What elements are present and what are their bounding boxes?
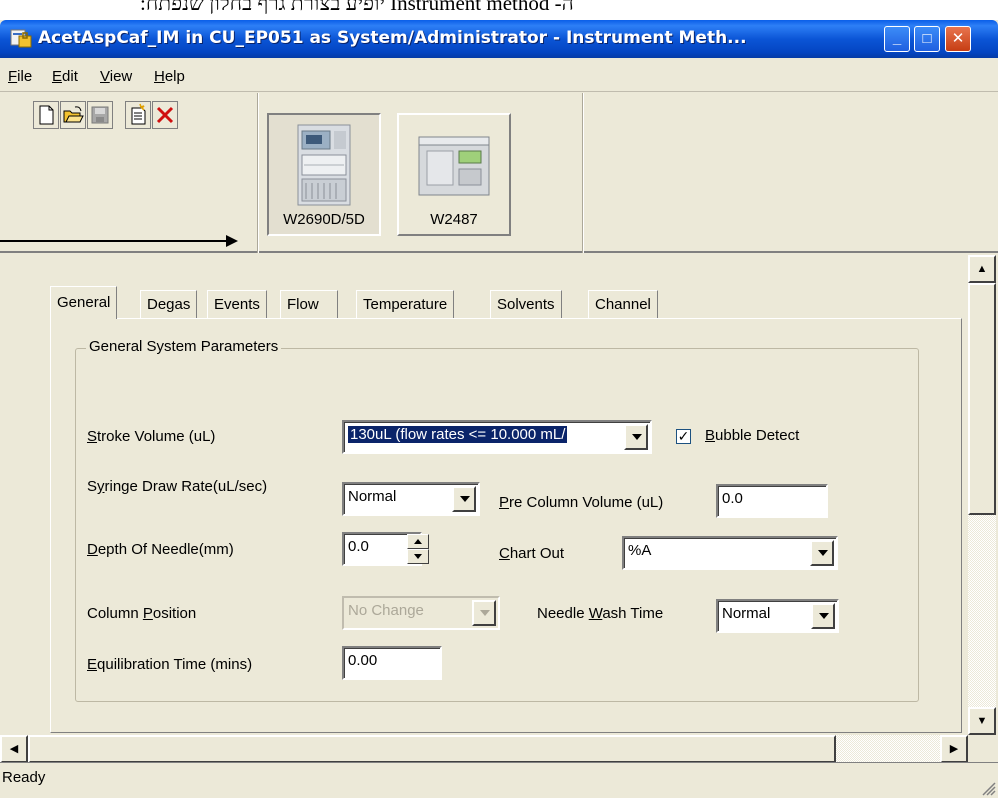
hplc-separations-module-icon [297,124,351,206]
toolbar-separator [582,93,584,253]
maximize-button[interactable]: □ [914,26,940,52]
tab-flow[interactable]: Flow [280,290,339,318]
column-position-value: No Change [348,602,424,619]
caption-banner: ה- Instrument method יופיע בצורת גרף בחל… [0,0,998,20]
general-tab-panel: General System Parameters Stroke Volume … [50,318,962,733]
chart-out-label: Chart Out [499,545,565,562]
spin-down-icon[interactable] [407,549,429,564]
toolbar-separator [257,93,259,253]
stroke-volume-label: Stroke Volume (uL) [87,428,216,445]
instrument-label: W2487 [430,211,478,228]
chevron-down-icon[interactable] [452,486,476,512]
save-button[interactable] [87,101,113,129]
needle-wash-time-value: Normal [722,605,771,622]
properties-button[interactable] [125,101,151,129]
scrollbar-corner [968,735,998,763]
close-icon: ✕ [951,30,965,47]
tab-events[interactable]: Events [207,290,267,318]
depth-of-needle-label: Depth Of Needle(mm) [87,541,234,558]
new-document-icon [39,105,54,125]
equilibration-time-input[interactable]: 0.00 [342,646,442,680]
pre-column-volume-input[interactable]: 0.0 [716,484,828,518]
depth-of-needle-spinner[interactable] [407,534,429,564]
syringe-draw-rate-select[interactable]: Normal [342,482,480,516]
stroke-volume-value: 130uL (flow rates <= 10.000 mL/ [348,426,568,443]
bubble-detect-checkbox[interactable]: ✓ [676,429,691,444]
syringe-draw-rate-value: Normal [348,488,397,505]
scroll-down-icon[interactable]: ▼ [968,707,996,735]
close-button[interactable]: ✕ [945,26,971,52]
vertical-scrollbar[interactable]: ▲ ▼ [968,255,996,735]
chart-out-value: %A [628,542,652,559]
needle-wash-time-select[interactable]: Normal [716,599,839,633]
window-title: AcetAspCaf_IM in CU_EP051 as System/Admi… [38,28,747,48]
tab-degas[interactable]: Degas [140,290,198,318]
chart-out-select[interactable]: %A [622,536,838,570]
instrument-w2690d-button[interactable]: W2690D/5D [267,113,381,236]
delete-x-icon [156,106,174,124]
instrument-w2487-button[interactable]: W2487 [397,113,511,236]
open-folder-icon [63,106,84,123]
horizontal-scrollbar[interactable]: ◀ ▶ [0,735,968,763]
pre-column-volume-label: Pre Column Volume (uL) [499,494,664,511]
spin-up-icon[interactable] [407,534,429,549]
equilibration-time-label: Equilibration Time (mins) [87,656,253,673]
chevron-down-icon[interactable] [624,424,648,450]
tab-temperature[interactable]: Temperature [356,290,455,318]
chevron-down-icon[interactable] [810,540,834,566]
minimize-icon: _ [892,30,902,47]
scroll-up-icon[interactable]: ▲ [968,255,996,283]
minimize-button[interactable]: _ [884,26,910,52]
chevron-down-icon [472,600,496,626]
caption-text: ה- Instrument method יופיע בצורת גרף בחל… [140,0,574,15]
save-disk-icon [91,106,109,124]
scroll-left-icon[interactable]: ◀ [0,735,28,763]
delete-button[interactable] [152,101,178,129]
status-text: Ready [2,769,46,786]
new-button[interactable] [33,101,59,129]
instrument-label: W2690D/5D [283,211,365,228]
general-system-parameters-group: General System Parameters [75,338,919,702]
title-bar[interactable]: AcetAspCaf_IM in CU_EP051 as System/Admi… [0,20,998,58]
menu-bar: File Edit View Help [0,58,998,92]
vertical-scroll-thumb[interactable] [968,283,996,515]
needle-wash-time-label: Needle Wash Time [537,605,664,622]
status-bar: Ready [0,762,998,798]
open-button[interactable] [60,101,86,129]
bubble-detect-label: Bubble Detect [705,427,800,444]
maximize-icon: □ [922,30,932,47]
column-position-label: Column Position [87,605,197,622]
menu-edit[interactable]: Edit [52,68,78,85]
stroke-volume-select[interactable]: 130uL (flow rates <= 10.000 mL/ [342,420,652,454]
tab-general[interactable]: General [50,286,118,319]
menu-help[interactable]: Help [154,68,185,85]
content-area: General Degas Events Flow Temperature So… [0,255,998,763]
properties-document-icon [131,103,146,125]
resize-grip-icon[interactable] [980,780,996,796]
chevron-down-icon[interactable] [811,603,835,629]
app-icon [10,29,32,48]
tab-solvents[interactable]: Solvents [490,290,562,318]
uv-detector-icon [418,136,490,196]
menu-view[interactable]: View [100,68,132,85]
syringe-draw-rate-label: Syringe Draw Rate(uL/sec) [87,478,268,495]
toolbar-area: W2690D/5D W2487 [0,93,998,253]
annotation-arrow [0,235,238,247]
tab-channel[interactable]: Channel [588,290,658,318]
column-position-select[interactable]: No Change [342,596,500,630]
group-title: General System Parameters [86,338,282,355]
menu-file[interactable]: File [8,68,32,85]
scroll-right-icon[interactable]: ▶ [940,735,968,763]
app-window: AcetAspCaf_IM in CU_EP051 as System/Admi… [0,20,998,798]
horizontal-scroll-thumb[interactable] [28,735,836,763]
